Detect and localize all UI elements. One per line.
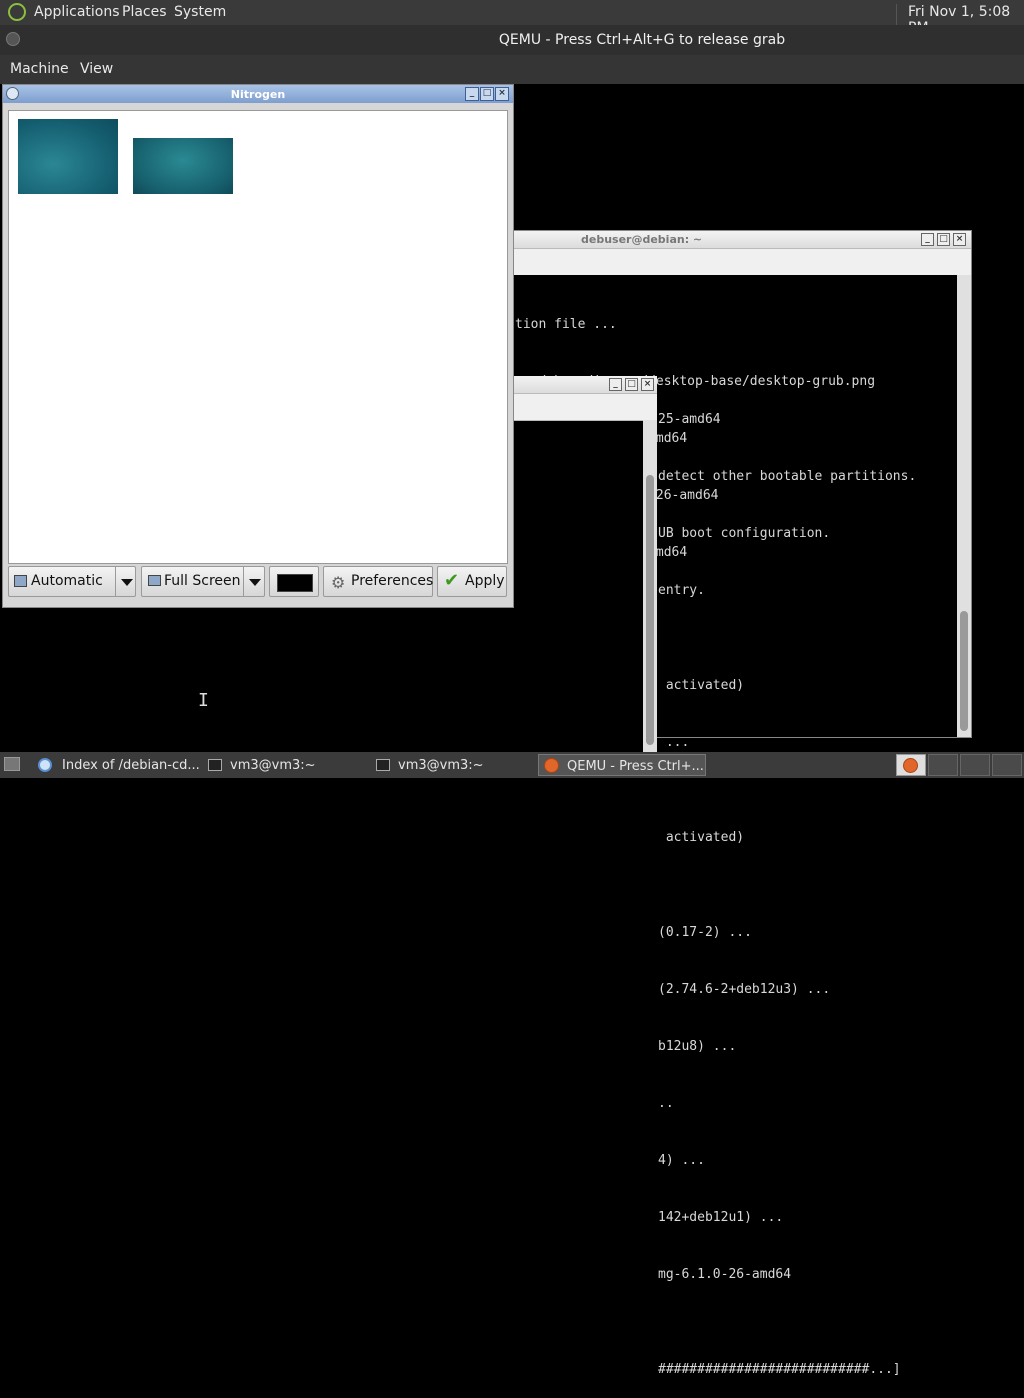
terminal-line: 25-amd64	[658, 412, 721, 427]
qemu-menubar: Machine View	[0, 55, 1024, 84]
preferences-icon: ⚙	[331, 573, 346, 592]
debian-logo-icon[interactable]	[8, 3, 26, 21]
checkmark-icon: ✔	[444, 570, 460, 591]
qemu-icon	[903, 758, 918, 773]
task-label: QEMU - Press Ctrl+...	[567, 759, 704, 774]
monitor-icon	[148, 575, 161, 586]
qemu-window-title: QEMU - Press Ctrl+Alt+G to release grab	[498, 32, 786, 48]
view-menu[interactable]: View	[80, 61, 113, 77]
terminal-line: mg-6.1.0-26-amd64	[658, 1267, 792, 1282]
workspace-2[interactable]	[928, 754, 958, 776]
terminal-line: 4) ...	[658, 1153, 705, 1168]
text-cursor-icon: I	[198, 690, 209, 711]
scrollbar-thumb[interactable]	[960, 611, 968, 731]
scrollbar-thumb[interactable]	[646, 475, 654, 745]
image-icon	[14, 575, 27, 587]
terminal-scrollbar[interactable]	[957, 275, 971, 737]
workspace-switcher[interactable]	[896, 754, 926, 776]
color-picker-button[interactable]	[269, 566, 319, 597]
color-swatch	[277, 574, 313, 592]
show-desktop-icon[interactable]	[4, 757, 20, 771]
background-window-titlebar[interactable]: _ □ ×	[512, 376, 657, 394]
preferences-label: Preferences	[351, 573, 434, 589]
wallpaper-thumbnail[interactable]	[18, 119, 118, 194]
terminal-line: activated)	[658, 678, 745, 693]
task-label: vm3@vm3:~	[398, 758, 484, 773]
background-window: _ □ ×	[512, 376, 657, 752]
minimize-icon[interactable]: _	[609, 378, 622, 391]
task-label: vm3@vm3:~	[230, 758, 316, 773]
terminal-icon	[208, 759, 222, 771]
terminal-line: (0.17-2) ...	[658, 925, 752, 940]
terminal-line: 142+deb12u1) ...	[658, 1210, 784, 1225]
background-window-scrollbar[interactable]	[643, 420, 657, 752]
preferences-button[interactable]: ⚙ Preferences	[323, 566, 433, 597]
task-qemu[interactable]: QEMU - Press Ctrl+...	[538, 754, 706, 776]
background-window-menubar	[512, 394, 657, 421]
minimize-icon[interactable]: _	[465, 87, 479, 101]
chevron-down-icon[interactable]	[121, 579, 133, 586]
terminal-line: UB boot configuration.	[658, 526, 831, 541]
browser-icon	[38, 758, 52, 772]
terminal-line: ...	[658, 735, 690, 750]
screen-select-value: Full Screen	[164, 573, 241, 589]
nitrogen-titlebar[interactable]: Nitrogen _ □ ×	[3, 85, 513, 103]
terminal-line: tion file ...	[515, 317, 617, 332]
apply-button[interactable]: ✔ Apply	[437, 566, 507, 597]
terminal-line: detect other bootable partitions.	[658, 469, 917, 484]
nitrogen-title: Nitrogen	[230, 88, 286, 101]
wallpaper-thumbnail[interactable]	[133, 138, 233, 194]
workspace-3[interactable]	[960, 754, 990, 776]
screen-select[interactable]: Full Screen	[141, 566, 265, 597]
chevron-down-icon[interactable]	[249, 579, 261, 586]
wallpaper-thumbnail-pane[interactable]	[8, 110, 508, 564]
system-menu[interactable]: System	[174, 4, 226, 20]
qemu-icon	[544, 758, 559, 773]
close-icon[interactable]: ×	[953, 233, 966, 246]
qemu-titlebar: QEMU - Press Ctrl+Alt+G to release grab	[0, 25, 1024, 55]
terminal-line: activated)	[658, 830, 745, 845]
task-terminal-2[interactable]: vm3@vm3:~	[370, 754, 534, 776]
workspace-4[interactable]	[992, 754, 1022, 776]
terminal-icon	[376, 759, 390, 771]
places-menu[interactable]: Places	[122, 4, 167, 20]
host-top-panel: Applications Places System Fri Nov 1, 5:…	[0, 0, 1024, 36]
mode-select-value: Automatic	[31, 573, 103, 589]
close-icon[interactable]: ×	[495, 87, 509, 101]
terminal-output-bottom: 25-amd64 detect other bootable partition…	[658, 372, 916, 1398]
host-taskbar: Index of /debian-cd... vm3@vm3:~ vm3@vm3…	[0, 752, 1024, 778]
maximize-icon[interactable]: □	[625, 378, 638, 391]
close-icon[interactable]: ×	[641, 378, 654, 391]
terminal-menubar	[513, 249, 971, 275]
terminal-line: entry.	[658, 583, 705, 598]
maximize-icon[interactable]: □	[937, 233, 950, 246]
minimize-icon[interactable]: _	[921, 233, 934, 246]
terminal-line: ..	[658, 1096, 674, 1111]
terminal-line: (2.74.6-2+deb12u3) ...	[658, 982, 831, 997]
terminal-titlebar[interactable]: debuser@debian: ~ _ □ ×	[513, 231, 971, 249]
task-browser[interactable]: Index of /debian-cd...	[32, 754, 200, 776]
mode-select[interactable]: Automatic	[8, 566, 136, 597]
terminal-line: b12u8) ...	[658, 1039, 737, 1054]
nitrogen-window: Nitrogen _ □ × Automatic Full Screen ⚙ P…	[2, 84, 514, 608]
applications-menu[interactable]: Applications	[34, 4, 120, 20]
maximize-icon[interactable]: □	[480, 87, 494, 101]
task-terminal-1[interactable]: vm3@vm3:~	[202, 754, 368, 776]
apply-label: Apply	[465, 573, 505, 589]
task-label: Index of /debian-cd...	[62, 758, 200, 773]
machine-menu[interactable]: Machine	[10, 61, 69, 77]
terminal-line: ###########################...]	[658, 1362, 901, 1377]
terminal-title: debuser@debian: ~	[581, 233, 703, 246]
